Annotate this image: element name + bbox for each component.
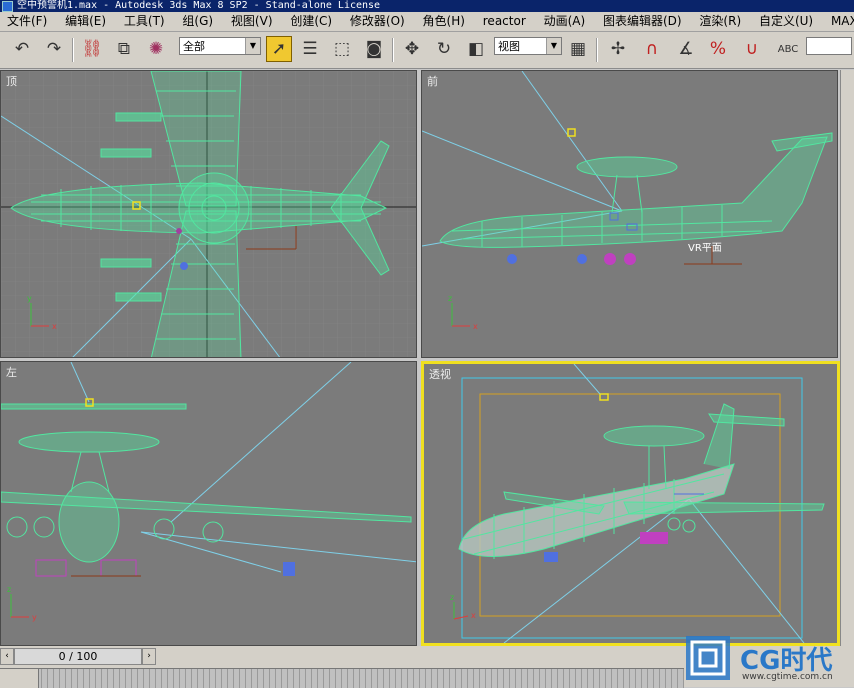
menu-graph-editors[interactable]: 图表编辑器(D) (596, 12, 689, 31)
reference-coord-dropdown[interactable]: 视图 ▼ (494, 37, 562, 55)
snap-toggle-icon[interactable]: ∩ (640, 37, 664, 61)
time-slider-track[interactable]: 0 / 100 (14, 648, 142, 665)
menu-tools[interactable]: 工具(T) (117, 12, 172, 31)
svg-text:z: z (448, 294, 452, 303)
command-panel[interactable] (840, 70, 854, 646)
rectangle-selection-icon[interactable]: ⬚ (330, 37, 354, 61)
menu-create[interactable]: 创建(C) (283, 12, 339, 31)
toolbar-divider (72, 38, 74, 62)
track-bar-start[interactable] (0, 669, 39, 688)
cgtime-url: www.cgtime.com.cn (742, 672, 833, 682)
bind-space-warp-icon[interactable]: ✺ (144, 37, 168, 61)
undo-icon[interactable]: ↶ (10, 37, 34, 61)
menu-edit[interactable]: 编辑(E) (58, 12, 113, 31)
pivot-center-icon[interactable]: ▦ (566, 37, 590, 61)
unlink-icon[interactable]: ⧉ (112, 37, 136, 61)
svg-text:z: z (450, 593, 454, 602)
time-prev-icon[interactable]: ‹ (0, 648, 14, 665)
svg-text:x: x (471, 611, 476, 620)
menu-file[interactable]: 文件(F) (0, 12, 54, 31)
toolbar-divider (392, 38, 394, 62)
select-by-name-icon[interactable]: ☰ (298, 37, 322, 61)
window-crossing-icon[interactable]: ◙ (362, 37, 386, 61)
viewport-label-perspective[interactable]: 透视 (429, 366, 451, 382)
menu-bar: 文件(F) 编辑(E) 工具(T) 组(G) 视图(V) 创建(C) 修改器(O… (0, 12, 854, 32)
chevron-down-icon: ▼ (245, 38, 260, 54)
viewport-label-top[interactable]: 顶 (6, 73, 17, 89)
svg-text:y: y (32, 613, 37, 622)
menu-maxscript[interactable]: MAXScript(M) (824, 12, 854, 31)
svg-text:z: z (7, 585, 11, 594)
rotate-icon[interactable]: ↻ (432, 37, 456, 61)
selection-filter-value: 全部 (183, 40, 205, 53)
percent-snap-icon[interactable]: % (706, 37, 730, 61)
main-toolbar: ↶ ↷ ⛓ ⧉ ✺ 全部 ▼ ➚ ☰ ⬚ ◙ ✥ ↻ ◧ 视图 ▼ ▦ ✢ ∩ … (0, 32, 854, 69)
left-view-canvas: z y (1, 362, 416, 622)
chevron-down-icon: ▼ (546, 38, 561, 54)
redo-icon[interactable]: ↷ (42, 37, 66, 61)
front-view-canvas: VR平面 z x (422, 71, 833, 331)
menu-views[interactable]: 视图(V) (224, 12, 280, 31)
app-icon (2, 1, 13, 12)
angle-snap-icon[interactable]: ∡ (674, 37, 698, 61)
move-icon[interactable]: ✥ (400, 37, 424, 61)
viewport-front[interactable]: VR平面 z x 前 (421, 70, 838, 358)
menu-rendering[interactable]: 渲染(R) (692, 12, 748, 31)
spinner-snap-icon[interactable]: ∪ (740, 37, 764, 61)
top-view-canvas: y x (1, 71, 416, 357)
viewport-label-left[interactable]: 左 (6, 364, 17, 380)
cgtime-logo: CG时代 www.cgtime.com.cn (684, 632, 854, 687)
menu-group[interactable]: 组(G) (175, 12, 220, 31)
menu-animation[interactable]: 动画(A) (537, 12, 593, 31)
select-and-link-icon[interactable]: ⛓ (80, 37, 104, 61)
time-slider[interactable]: ‹ 0 / 100 › (0, 648, 156, 665)
select-and-manipulate-icon[interactable]: ✢ (606, 37, 630, 61)
svg-text:y: y (27, 294, 32, 303)
menu-reactor[interactable]: reactor (476, 12, 533, 31)
viewport-left[interactable]: z y 左 (0, 361, 417, 646)
svg-text:x: x (52, 322, 57, 331)
reference-coord-value: 视图 (498, 40, 520, 53)
perspective-view-canvas: z x (450, 364, 825, 643)
menu-modifiers[interactable]: 修改器(O) (343, 12, 412, 31)
time-next-icon[interactable]: › (142, 648, 156, 665)
menu-character[interactable]: 角色(H) (416, 12, 472, 31)
title-bar: 空中预警机1.max - Autodesk 3ds Max 8 SP2 - St… (0, 0, 854, 12)
track-bar[interactable] (0, 668, 684, 688)
selection-filter-dropdown[interactable]: 全部 ▼ (179, 37, 261, 55)
frame-counter: 0 / 100 (58, 650, 98, 663)
window-title: 空中预警机1.max - Autodesk 3ds Max 8 SP2 - St… (17, 0, 381, 11)
vr-plane-label: VR平面 (688, 243, 722, 254)
viewport-label-front[interactable]: 前 (427, 73, 438, 89)
svg-text:x: x (473, 322, 478, 331)
scale-icon[interactable]: ◧ (464, 37, 488, 61)
select-object-icon[interactable]: ➚ (266, 36, 292, 62)
cgtime-logo-mark (686, 636, 730, 680)
edit-named-selection-icon[interactable]: ABC (776, 37, 800, 61)
viewport-top[interactable]: y x 顶 (0, 70, 417, 358)
viewport-perspective[interactable]: z x 透视 (421, 361, 840, 646)
toolbar-divider (596, 38, 598, 62)
menu-customize[interactable]: 自定义(U) (752, 12, 820, 31)
named-selection-input[interactable] (806, 37, 852, 55)
